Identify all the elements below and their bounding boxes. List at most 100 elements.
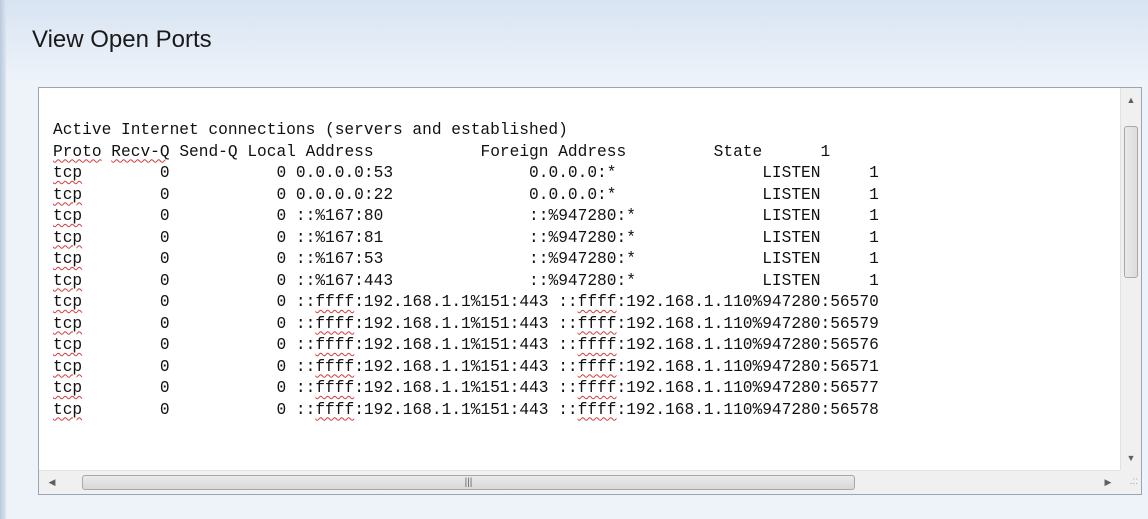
cell-recv-q: 0 <box>159 379 170 397</box>
cell-proto: tcp <box>53 185 83 204</box>
cell-truncated: 1 <box>869 228 879 247</box>
cell-local-address-ffff: ffff <box>315 314 355 333</box>
cell-state: LISTEN <box>762 271 870 290</box>
table-row: tcp 0 0 ::ffff:192.168.1.1%151:443 ::fff… <box>53 400 879 422</box>
output-column-headers: Proto Recv-Q Send-Q Local Address Foreig… <box>53 142 879 164</box>
cell-send-q: 0 <box>276 271 287 290</box>
cell-recv-q: 0 <box>159 250 170 268</box>
scroll-left-icon[interactable]: ◀ <box>41 471 63 494</box>
cell-local-address: 0.0.0.0:22 <box>295 185 520 204</box>
column-proto: Proto <box>53 142 102 161</box>
cell-proto: tcp <box>53 293 83 311</box>
cell-state: LISTEN <box>762 185 870 204</box>
cell-local-address: ::%167:53 <box>295 250 520 268</box>
cell-proto: tcp <box>53 271 83 290</box>
table-row: tcp 0 0 ::ffff:192.168.1.1%151:443 ::fff… <box>53 292 879 314</box>
horizontal-scroll-thumb[interactable]: ||| <box>82 475 855 490</box>
cell-foreign-address-prefix: :: <box>558 336 578 354</box>
cell-local-address-ffff: ffff <box>315 336 355 354</box>
cell-local-address: ::%167:81 <box>295 228 520 247</box>
cell-local-address-suffix: :192.168.1.1%151:443 <box>354 336 549 354</box>
cell-proto: tcp <box>53 357 83 376</box>
page-title: View Open Ports <box>32 26 212 53</box>
cell-local-address-prefix: :: <box>295 293 316 311</box>
scroll-down-icon[interactable]: ▼ <box>1121 448 1141 468</box>
table-row: tcp 0 0 ::%167:80 ::%947280:* LISTEN 1 <box>53 206 879 228</box>
cell-foreign-address: 0.0.0.0:* <box>529 185 753 204</box>
cell-foreign-address-suffix: :192.168.1.110%947280:56571 <box>616 357 879 376</box>
cell-foreign-address-ffff: ffff <box>577 400 617 419</box>
cell-foreign-address-prefix: :: <box>558 357 578 376</box>
table-row: tcp 0 0 ::ffff:192.168.1.1%151:443 ::fff… <box>53 357 879 379</box>
cell-send-q: 0 <box>276 379 287 397</box>
cell-foreign-address-ffff: ffff <box>577 336 617 354</box>
cell-truncated: 1 <box>869 207 879 225</box>
resize-grip-icon[interactable]: .:: <box>1120 470 1141 494</box>
page-header: View Open Ports <box>6 0 1148 82</box>
scroll-up-icon[interactable]: ▲ <box>1121 90 1141 110</box>
cell-foreign-address-suffix: :192.168.1.110%947280:56577 <box>616 379 879 397</box>
cell-send-q: 0 <box>276 185 287 204</box>
cell-proto: tcp <box>53 400 83 419</box>
column-truncated: 1 <box>820 142 831 161</box>
open-ports-output-box[interactable]: Active Internet connections (servers and… <box>38 87 1142 495</box>
cell-state: LISTEN <box>762 207 870 225</box>
vertical-scrollbar[interactable]: ▲ ▼ <box>1120 88 1141 470</box>
cell-foreign-address: ::%947280:* <box>529 250 753 268</box>
cell-local-address-suffix: :192.168.1.1%151:443 <box>354 314 549 333</box>
cell-foreign-address-prefix: :: <box>558 400 578 419</box>
cell-recv-q: 0 <box>159 185 170 204</box>
cell-proto: tcp <box>53 336 83 354</box>
table-row: tcp 0 0 ::%167:53 ::%947280:* LISTEN 1 <box>53 249 879 271</box>
table-row: tcp 0 0 0.0.0.0:53 0.0.0.0:* LISTEN 1 <box>53 163 879 185</box>
cell-local-address-prefix: :: <box>295 357 316 376</box>
cell-foreign-address: 0.0.0.0:* <box>529 164 753 182</box>
cell-local-address-ffff: ffff <box>315 379 355 397</box>
cell-proto: tcp <box>53 228 83 247</box>
cell-local-address-suffix: :192.168.1.1%151:443 <box>354 357 549 376</box>
cell-state: LISTEN <box>762 250 870 268</box>
cell-send-q: 0 <box>276 400 287 419</box>
cell-foreign-address: ::%947280:* <box>529 271 753 290</box>
output-text-area[interactable]: Active Internet connections (servers and… <box>39 88 1121 470</box>
cell-recv-q: 0 <box>159 357 170 376</box>
cell-send-q: 0 <box>276 293 287 311</box>
cell-foreign-address-prefix: :: <box>558 314 578 333</box>
column-state: State <box>713 142 821 161</box>
cell-send-q: 0 <box>276 336 287 354</box>
cell-local-address-prefix: :: <box>295 314 316 333</box>
table-row: tcp 0 0 0.0.0.0:22 0.0.0.0:* LISTEN 1 <box>53 185 879 207</box>
cell-local-address-suffix: :192.168.1.1%151:443 <box>354 379 549 397</box>
scroll-right-icon[interactable]: ▶ <box>1097 471 1119 494</box>
cell-recv-q: 0 <box>159 336 170 354</box>
cell-local-address: ::%167:443 <box>295 271 520 290</box>
column-local-address: Local Address <box>247 142 471 161</box>
column-foreign-address: Foreign Address <box>480 142 704 161</box>
cell-proto: tcp <box>53 164 83 182</box>
cell-proto: tcp <box>53 314 83 333</box>
table-row: tcp 0 0 ::%167:81 ::%947280:* LISTEN 1 <box>53 228 879 250</box>
cell-recv-q: 0 <box>159 314 170 333</box>
cell-foreign-address-ffff: ffff <box>577 379 617 397</box>
cell-foreign-address-suffix: :192.168.1.110%947280:56579 <box>616 314 879 333</box>
output-heading-text: Active Internet connections (servers and… <box>53 121 568 139</box>
horizontal-scrollbar[interactable]: ◀ ||| ▶ <box>39 470 1121 494</box>
netstat-output: Active Internet connections (servers and… <box>53 120 879 421</box>
cell-truncated: 1 <box>869 164 879 182</box>
cell-recv-q: 0 <box>159 207 170 225</box>
cell-truncated: 1 <box>869 185 879 204</box>
cell-local-address-prefix: :: <box>295 400 316 419</box>
cell-state: LISTEN <box>762 228 870 247</box>
cell-truncated: 1 <box>869 271 879 290</box>
cell-foreign-address-suffix: :192.168.1.110%947280:56570 <box>616 293 879 311</box>
column-send-q: Send-Q <box>179 142 238 161</box>
vertical-scroll-thumb[interactable] <box>1124 126 1138 278</box>
cell-send-q: 0 <box>276 228 287 247</box>
cell-proto: tcp <box>53 379 83 397</box>
cell-proto: tcp <box>53 250 83 268</box>
cell-recv-q: 0 <box>159 164 170 182</box>
cell-send-q: 0 <box>276 250 287 268</box>
cell-send-q: 0 <box>276 314 287 333</box>
cell-foreign-address: ::%947280:* <box>529 207 753 225</box>
cell-local-address-prefix: :: <box>295 336 316 354</box>
